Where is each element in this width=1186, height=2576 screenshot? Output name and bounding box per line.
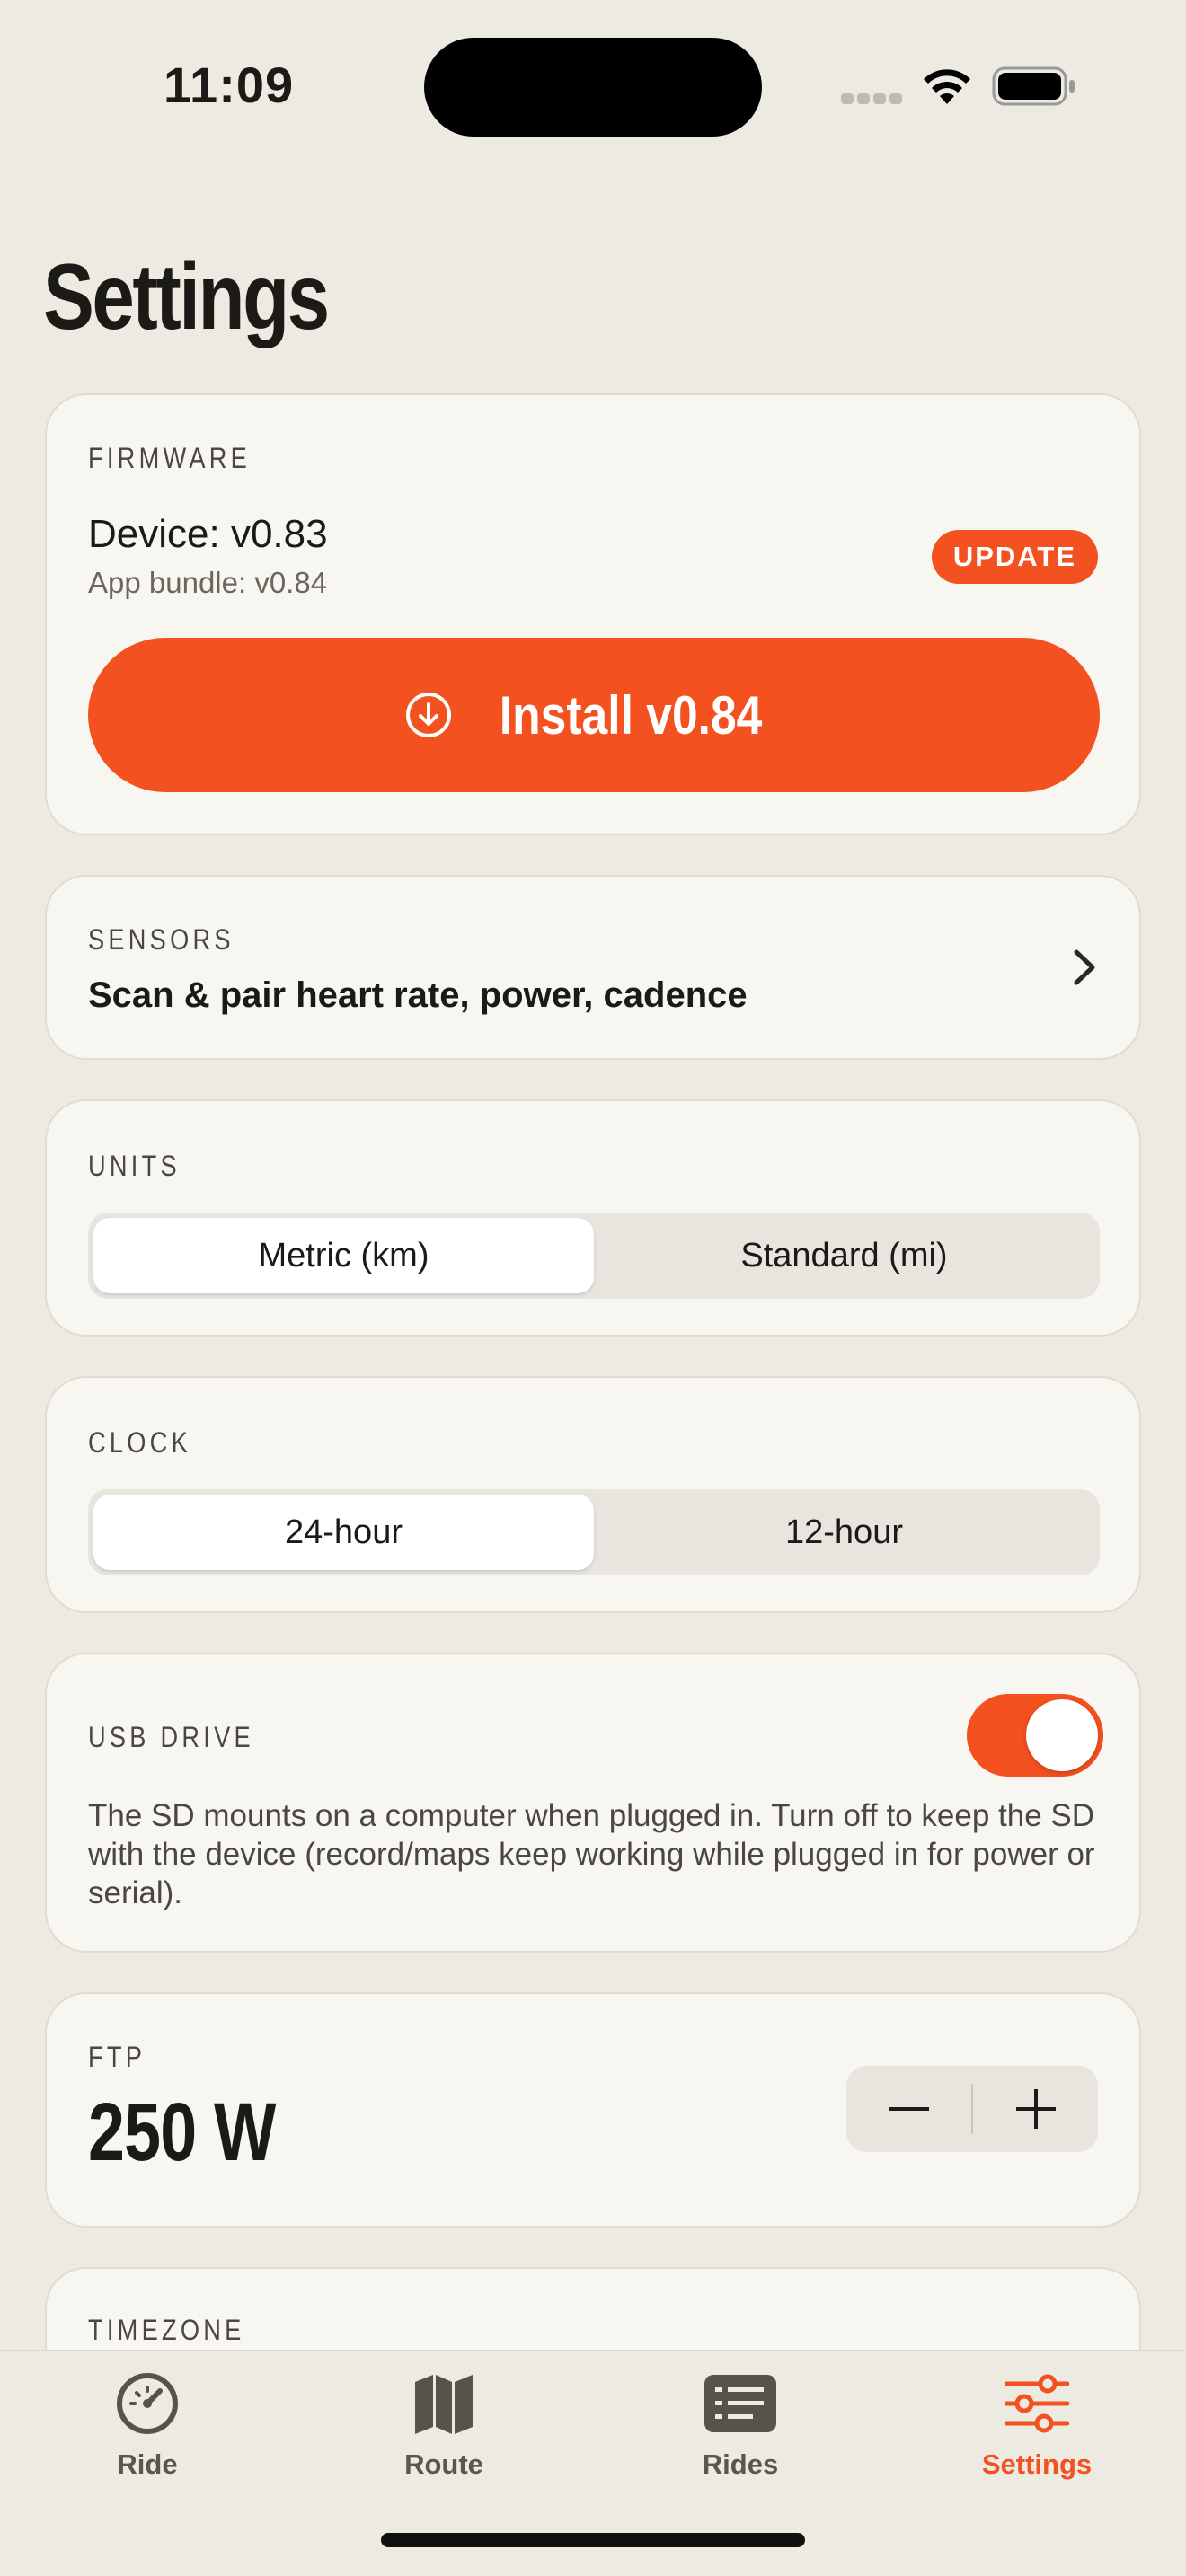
wifi-icon xyxy=(924,69,970,104)
usb-drive-toggle[interactable] xyxy=(967,1694,1103,1777)
firmware-card: FIRMWARE Device: v0.83 App bundle: v0.84… xyxy=(45,393,1141,835)
chevron-right-icon xyxy=(1074,949,1095,985)
units-label: UNITS xyxy=(88,1150,181,1182)
units-card: UNITS Metric (km) Standard (mi) xyxy=(45,1099,1141,1337)
minus-icon xyxy=(889,2107,929,2111)
dynamic-island xyxy=(424,38,762,137)
device-version: Device: v0.83 xyxy=(88,512,328,556)
status-time: 11:09 xyxy=(164,57,295,113)
units-option-standard[interactable]: Standard (mi) xyxy=(594,1218,1094,1293)
list-icon xyxy=(704,2375,776,2432)
sliders-icon xyxy=(1005,2374,1069,2433)
toggle-knob xyxy=(1026,1699,1098,1771)
sensors-label: SENSORS xyxy=(88,923,235,956)
units-segmented-control[interactable]: Metric (km) Standard (mi) xyxy=(88,1213,1100,1299)
tab-ride[interactable]: Ride xyxy=(58,2371,237,2481)
usb-drive-card: USB DRIVE The SD mounts on a computer wh… xyxy=(45,1653,1141,1953)
ftp-card: FTP 250 W xyxy=(45,1992,1141,2228)
sensors-card[interactable]: SENSORS Scan & pair heart rate, power, c… xyxy=(45,875,1141,1060)
usb-drive-description: The SD mounts on a computer when plugged… xyxy=(88,1798,1095,1910)
ftp-value: 250 W xyxy=(88,2086,277,2178)
usb-drive-label: USB DRIVE xyxy=(88,1721,254,1753)
sensors-subtitle: Scan & pair heart rate, power, cadence xyxy=(88,975,748,1015)
status-bar: 11:09 xyxy=(0,0,1186,171)
tab-rides-label: Rides xyxy=(702,2448,779,2480)
clock-card: CLOCK 24-hour 12-hour xyxy=(45,1376,1141,1613)
tab-ride-label: Ride xyxy=(117,2448,178,2480)
speedometer-icon xyxy=(117,2373,178,2434)
units-option-metric[interactable]: Metric (km) xyxy=(93,1218,594,1293)
install-firmware-button[interactable]: Install v0.84 xyxy=(88,638,1100,792)
tab-route-label: Route xyxy=(404,2448,483,2480)
clock-option-24h[interactable]: 24-hour xyxy=(93,1495,594,1570)
ftp-increment-button[interactable] xyxy=(973,2066,1098,2152)
clock-segmented-control[interactable]: 24-hour 12-hour xyxy=(88,1489,1100,1575)
cellular-signal-icon xyxy=(841,93,902,104)
page-title: Settings xyxy=(43,245,330,349)
tab-settings[interactable]: Settings xyxy=(947,2371,1127,2481)
install-button-label: Install v0.84 xyxy=(499,684,763,745)
plus-icon xyxy=(1015,2089,1056,2129)
bundle-version: App bundle: v0.84 xyxy=(88,566,328,599)
clock-option-12h[interactable]: 12-hour xyxy=(594,1495,1094,1570)
ftp-label: FTP xyxy=(88,2041,146,2073)
timezone-label: TIMEZONE xyxy=(88,2314,245,2346)
download-circle-icon xyxy=(405,693,451,737)
update-badge: UPDATE xyxy=(931,530,1098,584)
ftp-decrement-button[interactable] xyxy=(846,2066,971,2152)
battery-icon xyxy=(992,66,1075,106)
firmware-label: FIRMWARE xyxy=(88,442,252,474)
map-icon xyxy=(415,2375,473,2434)
tab-rides[interactable]: Rides xyxy=(651,2371,830,2481)
clock-label: CLOCK xyxy=(88,1426,191,1459)
ftp-stepper[interactable] xyxy=(846,2066,1098,2152)
tab-settings-label: Settings xyxy=(981,2448,1093,2480)
tab-route[interactable]: Route xyxy=(354,2371,534,2481)
home-indicator xyxy=(381,2533,805,2547)
